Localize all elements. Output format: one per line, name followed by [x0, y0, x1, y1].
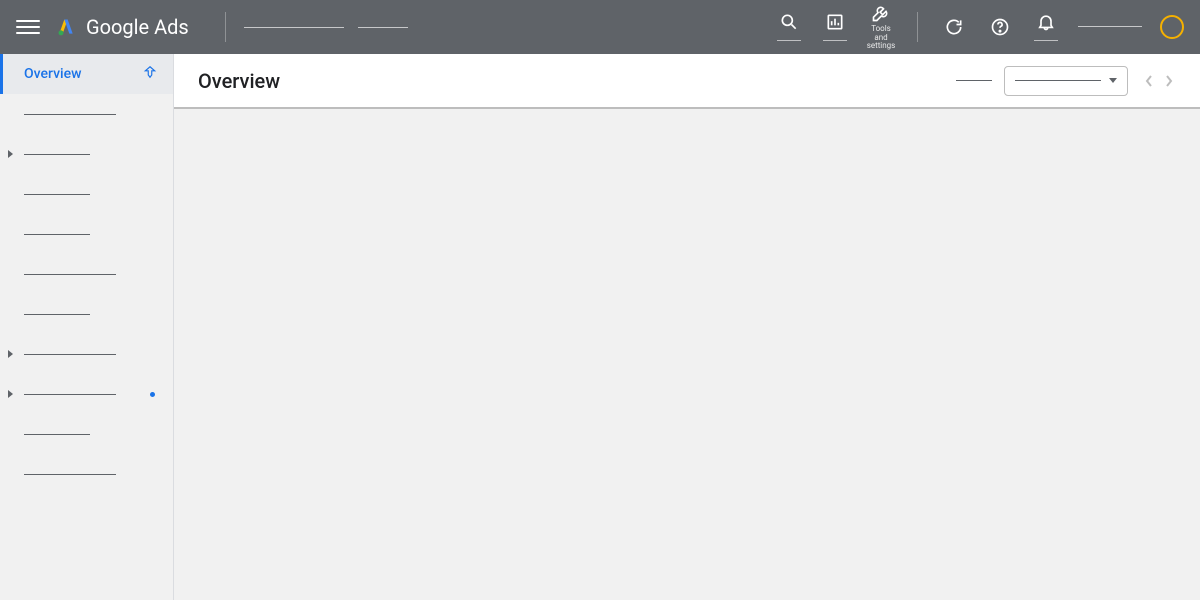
expand-caret-icon — [8, 390, 13, 398]
tools-settings-icon[interactable]: Toolsand settings — [867, 3, 895, 50]
date-range-picker[interactable] — [1004, 66, 1128, 96]
sidebar-item-overview[interactable]: Overview — [0, 54, 173, 94]
prev-period-button[interactable] — [1142, 73, 1156, 89]
notification-dot — [150, 392, 155, 397]
divider — [917, 12, 918, 42]
expand-caret-icon — [8, 150, 13, 158]
ads-logo-icon — [56, 16, 76, 38]
top-header: Google Ads Toolsand settings — [0, 0, 1200, 54]
brand-logo[interactable]: Google Ads — [56, 15, 189, 39]
sidebar-item-label: Overview — [24, 66, 81, 82]
hamburger-menu-icon[interactable] — [16, 15, 40, 39]
refresh-icon[interactable] — [940, 17, 968, 37]
account-breadcrumb[interactable] — [244, 27, 408, 28]
account-label[interactable] — [1078, 26, 1142, 27]
sidebar-item[interactable] — [0, 254, 173, 294]
main-content: Overview — [174, 54, 1200, 600]
page-header: Overview — [174, 54, 1200, 109]
sidebar-item[interactable] — [0, 334, 173, 374]
notifications-icon[interactable] — [1032, 12, 1060, 41]
sidebar-item[interactable] — [0, 294, 173, 334]
sidebar-item[interactable] — [0, 174, 173, 214]
status-indicator — [956, 80, 992, 81]
sidebar-item[interactable] — [0, 414, 173, 454]
sidebar-item[interactable] — [0, 454, 173, 494]
brand-name: Google Ads — [86, 15, 189, 39]
header-actions: Toolsand settings — [775, 3, 1184, 50]
sidebar-item[interactable] — [0, 214, 173, 254]
reports-icon[interactable] — [821, 12, 849, 41]
help-icon[interactable] — [986, 17, 1014, 37]
expand-caret-icon — [8, 350, 13, 358]
pin-icon — [143, 65, 157, 83]
left-sidebar: Overview — [0, 54, 174, 600]
sidebar-item[interactable] — [0, 134, 173, 174]
dropdown-caret-icon — [1109, 78, 1117, 83]
date-pager — [1142, 73, 1176, 89]
profile-avatar[interactable] — [1160, 15, 1184, 39]
sidebar-item[interactable] — [0, 374, 173, 414]
search-icon[interactable] — [775, 12, 803, 41]
sidebar-item[interactable] — [0, 94, 173, 134]
divider — [225, 12, 226, 42]
page-title: Overview — [198, 69, 280, 93]
next-period-button[interactable] — [1162, 73, 1176, 89]
tools-label: Toolsand settings — [867, 25, 896, 50]
